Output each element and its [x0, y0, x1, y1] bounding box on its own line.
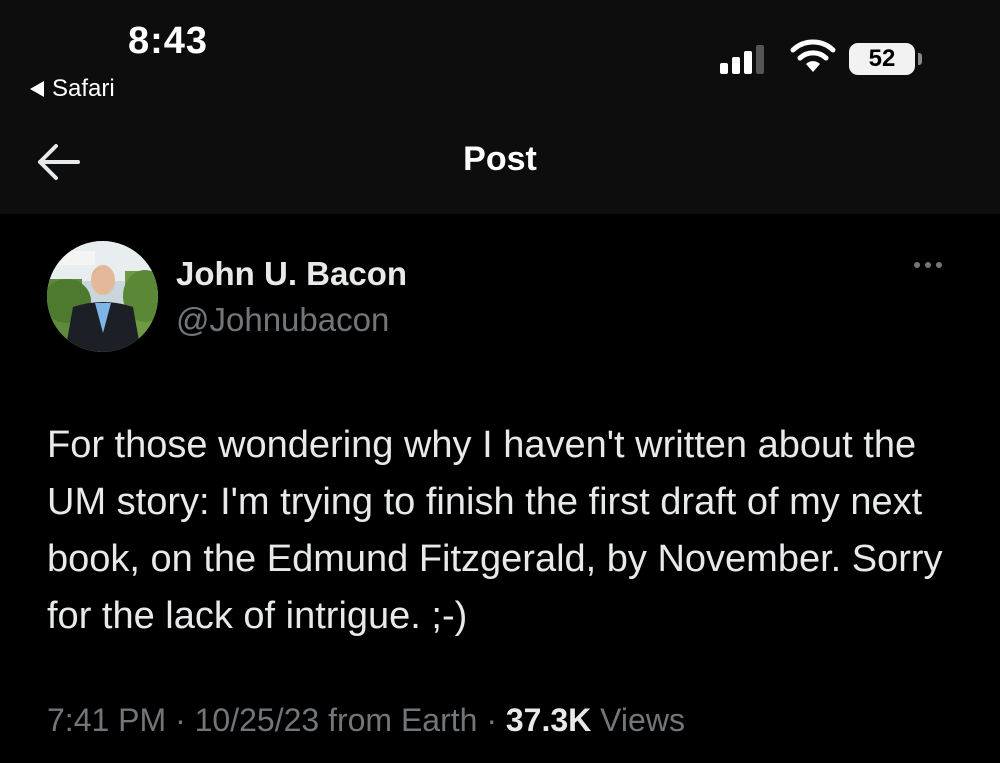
views-label: Views — [600, 702, 685, 738]
status-clock: 8:43 — [128, 20, 209, 62]
post-text: For those wondering why I haven't writte… — [47, 424, 943, 637]
views-count: 37.3K — [505, 702, 592, 738]
post-header: Post — [0, 112, 1000, 214]
back-app-label: Safari — [52, 75, 115, 102]
avatar-image — [47, 241, 158, 352]
back-to-safari-button[interactable]: Safari — [30, 75, 115, 103]
battery-icon: 52 — [849, 43, 915, 75]
post-date[interactable]: 10/25/23 — [195, 702, 320, 738]
ellipsis-icon[interactable] — [914, 262, 942, 268]
post-source: from Earth — [328, 702, 478, 738]
avatar[interactable] — [47, 241, 158, 352]
status-bar: 8:43 Safari 52 — [0, 0, 1000, 112]
back-triangle-icon — [30, 81, 44, 97]
separator: · — [175, 702, 186, 738]
battery-tip — [918, 53, 922, 65]
page-title: Post — [463, 140, 537, 178]
cellular-signal-icon — [720, 44, 764, 74]
post-metadata: 7:41 PM · 10/25/23 from Earth · 37.3K Vi… — [47, 702, 685, 739]
post-time[interactable]: 7:41 PM — [47, 702, 166, 738]
wifi-icon — [790, 39, 836, 72]
author-handle[interactable]: @Johnubacon — [176, 301, 389, 339]
author-name[interactable]: John U. Bacon — [176, 255, 407, 293]
separator: · — [486, 702, 497, 738]
